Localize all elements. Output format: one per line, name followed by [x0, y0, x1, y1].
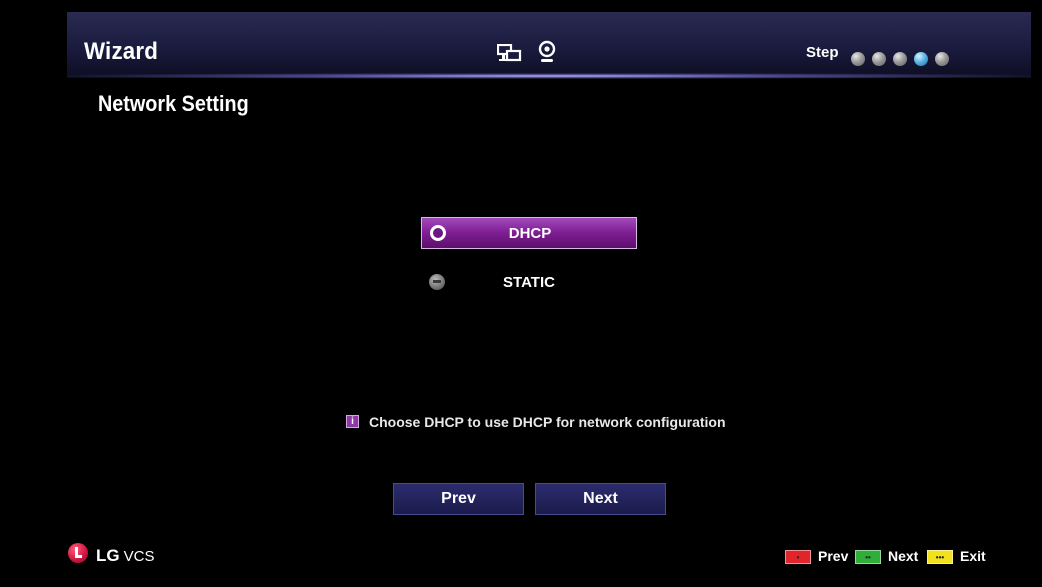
dhcp-option[interactable]: DHCP [421, 217, 637, 249]
next-button[interactable]: Next [535, 483, 666, 515]
next-key-label: Next [888, 548, 919, 564]
step-indicator [851, 52, 865, 66]
brand-product: VCS [123, 548, 155, 565]
camera-icon [538, 39, 556, 70]
dhcp-option-label: DHCP [508, 225, 552, 242]
prev-button[interactable]: Prev [393, 483, 524, 515]
yellow-key-icon: ••• [927, 550, 953, 564]
brand-lg: LG [96, 546, 120, 565]
brand-name: LG VCS [96, 546, 154, 566]
step-indicator [893, 52, 907, 66]
green-key-icon: •• [855, 550, 881, 564]
prev-key-label: Prev [818, 548, 849, 564]
network-icon [496, 43, 523, 69]
red-key-icon: • [785, 550, 811, 564]
step-indicator [872, 52, 886, 66]
header-glow [67, 73, 1031, 79]
exit-key-label: Exit [960, 548, 986, 564]
step-label: Step [806, 44, 839, 61]
info-icon: i [346, 415, 359, 428]
step-indicator-current [914, 52, 928, 66]
hint-text: Choose DHCP to use DHCP for network conf… [369, 414, 726, 430]
section-title: Network Setting [98, 91, 249, 116]
static-option[interactable]: STATIC [421, 267, 637, 299]
static-option-label: STATIC [503, 274, 555, 291]
page-title: Wizard [84, 38, 159, 65]
lg-logo-icon [68, 543, 88, 563]
step-indicator [935, 52, 949, 66]
